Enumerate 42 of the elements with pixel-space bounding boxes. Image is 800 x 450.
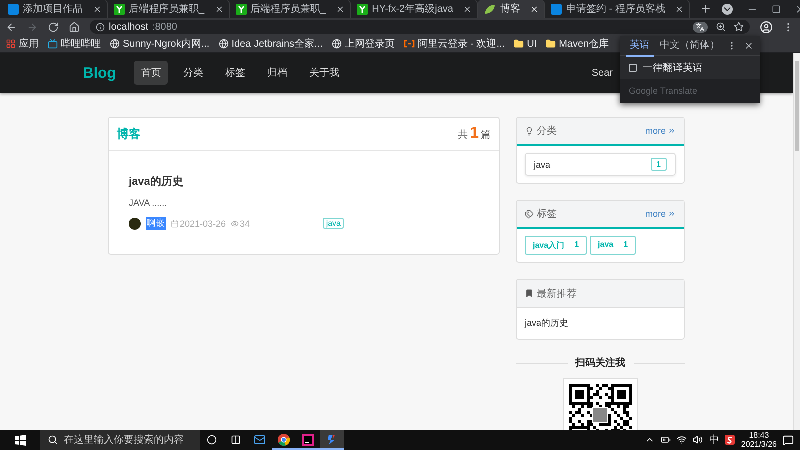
bookmark-item[interactable]: 哔哩哔哩 (48, 37, 101, 51)
view-count: 34 (240, 218, 250, 228)
bookmark-item[interactable]: 上网登录页 (332, 37, 395, 51)
checkbox-label: 一律翻译英语 (643, 62, 703, 74)
card-title: 分类 (537, 124, 557, 138)
language-tab[interactable]: 英语 (626, 34, 654, 57)
nav-item[interactable]: 首页 (134, 61, 168, 85)
bookmark-item[interactable]: Idea Jetbrains全家... (218, 37, 323, 51)
card-title: 博客 (117, 126, 141, 142)
nav-item[interactable]: 关于我 (302, 61, 346, 85)
card-title: 标签 (537, 208, 557, 221)
count-label: 1 (650, 158, 667, 171)
nav-item[interactable]: 标签 (218, 61, 252, 85)
post-title[interactable]: java的历史 (129, 174, 479, 189)
search-label: Sear (592, 68, 613, 78)
post-count: 1 (470, 125, 479, 143)
more-link[interactable]: more (645, 209, 666, 219)
ime-indicator[interactable]: 中 (709, 433, 720, 447)
language-tab[interactable]: 中文（简体） (656, 34, 724, 57)
post-excerpt: JAVA ...... (129, 198, 168, 208)
bookmark-item[interactable]: Maven仓库 (546, 37, 610, 51)
nav-item[interactable]: 分类 (176, 61, 210, 85)
category-name: java (534, 160, 551, 170)
address-bar[interactable]: localhost :8080 (90, 20, 750, 34)
taskbar-search-field[interactable]: 在这里输入你要搜索的内容 (40, 430, 200, 450)
card-title: 最新推荐 (537, 288, 577, 300)
clock[interactable]: 18:43 2021/3/26 (741, 431, 777, 449)
category-item[interactable]: java 1 (525, 153, 676, 176)
bookmark-item[interactable]: Sunny-Ngrok内网... (110, 37, 210, 51)
count-prefix: 共 (458, 128, 468, 142)
count-suffix: 篇 (481, 129, 491, 142)
site-logo: Blog (83, 64, 116, 82)
browser-tab[interactable]: 博客 (478, 0, 546, 18)
footer-text: Google Translate (629, 86, 698, 96)
bookmark-item[interactable]: 阿里云登录 - 欢迎... (404, 37, 506, 51)
bookmark-item[interactable]: 应用 (6, 37, 39, 51)
qr-heading: 扫码关注我 (576, 356, 626, 370)
latest-post-link[interactable]: java的历史 (517, 308, 684, 339)
nav-item[interactable]: 归档 (260, 61, 294, 85)
more-link[interactable]: more (645, 126, 666, 136)
bookmark-item[interactable]: UI (514, 38, 538, 50)
post-date: 2021-03-26 (180, 218, 226, 228)
